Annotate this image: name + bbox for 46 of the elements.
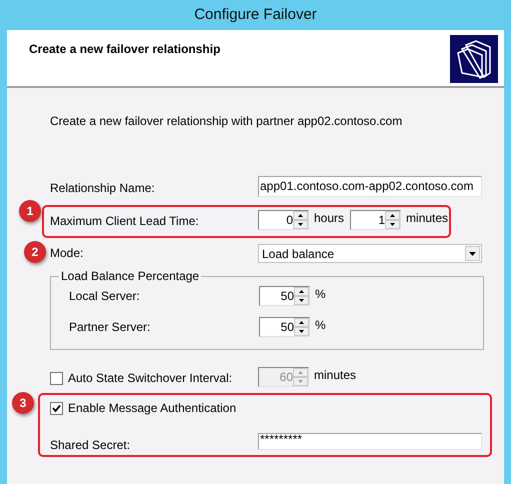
up-arrow-icon — [298, 214, 303, 217]
number-spinner[interactable]: 0 — [258, 210, 309, 230]
header-title: Create a new failover relationship — [29, 41, 220, 56]
field-label: Maximum Client Lead Time: — [50, 213, 200, 230]
unit-label: minutes — [406, 210, 448, 226]
down-arrow-icon — [299, 299, 304, 302]
spin-up-button[interactable] — [293, 211, 308, 220]
field-label: Mode: — [50, 245, 84, 262]
up-arrow-icon — [299, 321, 304, 324]
field-label: Enable Message Authentication — [68, 400, 236, 417]
up-arrow-icon — [299, 290, 304, 293]
checkbox[interactable] — [50, 372, 63, 384]
field-label: Shared Secret: — [50, 437, 132, 454]
text-field[interactable]: app01.contoso.com-app02.contoso.com — [258, 176, 482, 197]
number-spinner[interactable]: 50 — [259, 317, 310, 337]
up-arrow-icon — [390, 214, 396, 217]
password-field[interactable]: ********* — [258, 433, 482, 450]
spin-up-button[interactable] — [294, 287, 309, 296]
window-title: Configure Failover — [194, 4, 317, 25]
checkbox[interactable] — [50, 402, 63, 414]
unit-label: % — [315, 317, 326, 333]
number-spinner[interactable]: 50 — [259, 286, 310, 306]
mode-dropdown[interactable]: Load balance — [258, 244, 482, 263]
spin-down-button[interactable] — [385, 220, 400, 229]
field-label: Auto State Switchover Interval: — [68, 370, 232, 387]
field-label: Relationship Name: — [50, 180, 156, 197]
unit-label: hours — [314, 210, 344, 226]
down-arrow-icon — [298, 380, 303, 383]
down-arrow-icon — [299, 330, 304, 333]
up-arrow-icon — [298, 371, 303, 374]
intro-text: Create a new failover relationship with partner app02.contoso.com — [50, 114, 404, 128]
spin-up-button[interactable] — [294, 318, 309, 327]
spin-down-button[interactable] — [294, 296, 309, 305]
down-arrow-icon — [390, 223, 396, 226]
spin-down-button[interactable] — [294, 327, 309, 336]
number-spinner[interactable]: 1 — [350, 210, 402, 230]
spin-down-button[interactable] — [293, 220, 308, 229]
field-label: Local Server: — [69, 288, 141, 305]
group-title: Load Balance Percentage — [59, 269, 202, 283]
down-arrow-icon — [298, 223, 303, 226]
field-label: Partner Server: — [69, 319, 152, 336]
caret-icon — [469, 252, 476, 256]
folders-icon — [450, 35, 498, 83]
unit-label: minutes — [314, 367, 356, 383]
spin-up-button[interactable] — [385, 211, 400, 220]
unit-label: % — [315, 286, 326, 302]
